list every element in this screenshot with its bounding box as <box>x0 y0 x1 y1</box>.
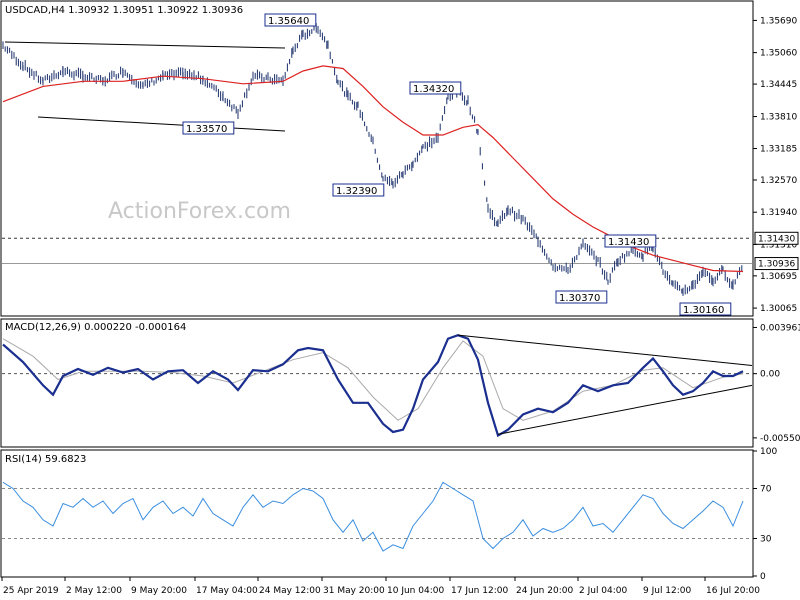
macd-axis-label: 0.00 <box>760 370 780 380</box>
x-axis-label: 9 May 20:00 <box>131 586 187 596</box>
rsi-axis-label: 70 <box>760 485 772 495</box>
rsi-axis-label: 30 <box>760 535 772 545</box>
macd-trendline <box>457 334 753 366</box>
x-axis-label: 24 Jun 20:00 <box>516 586 573 596</box>
macd-line <box>2 334 744 438</box>
x-axis-label: 2 Jul 04:00 <box>579 586 628 596</box>
price-axis-label: 1.30065 <box>760 304 797 314</box>
price-axis-label: 1.34445 <box>760 80 797 90</box>
price-axis-label: 1.31940 <box>760 208 797 218</box>
price-annotation-label: 1.34320 <box>413 84 454 95</box>
price-annotation-label: 1.30370 <box>559 293 600 304</box>
current-price-label: 1.30936 <box>758 260 795 270</box>
x-axis-label: 17 Jun 12:00 <box>451 586 508 596</box>
price-annotation-label: 1.33570 <box>186 124 227 135</box>
x-axis-label: 31 May 20:00 <box>323 586 385 596</box>
price-annotation-label: 1.31430 <box>608 237 649 248</box>
resistance-price-label: 1.31430 <box>758 234 795 244</box>
x-axis-label: 25 Apr 2019 <box>3 586 59 596</box>
usdcad-chart: ActionForex.com USDCAD,H4 1.30932 1.3095… <box>0 0 800 596</box>
price-annotation-label: 1.35640 <box>268 16 309 27</box>
macd-title: MACD(12,26,9) 0.000220 -0.000164 <box>5 322 186 333</box>
channel-upper-line <box>4 41 286 49</box>
x-axis-label: 10 Jun 04:00 <box>387 586 444 596</box>
price-axis-label: 1.30695 <box>760 272 797 282</box>
price-annotation-label: 1.32390 <box>336 186 377 197</box>
rsi-axis-label: 0 <box>760 572 766 582</box>
rsi-axis-label: 100 <box>760 447 777 457</box>
macd-panel-frame <box>0 318 754 448</box>
macd-axis-label: 0.003961 <box>760 323 800 333</box>
watermark: ActionForex.com <box>108 199 291 224</box>
price-axis-label: 1.32570 <box>760 176 797 186</box>
x-axis-label: 17 May 04:00 <box>196 586 258 596</box>
macd-axis-label: -0.005503 <box>760 434 800 444</box>
price-annotation-label: 1.30160 <box>683 305 724 316</box>
price-axis-label: 1.35060 <box>760 49 797 59</box>
x-axis-label: 24 May 12:00 <box>259 586 321 596</box>
price-title: USDCAD,H4 1.30932 1.30951 1.30922 1.3093… <box>5 5 243 16</box>
x-axis-label: 2 May 12:00 <box>66 586 122 596</box>
rsi-panel-frame <box>0 449 754 578</box>
price-axis-label: 1.33185 <box>760 145 797 155</box>
rsi-title: RSI(14) 59.6823 <box>5 454 86 465</box>
price-axis-label: 1.35690 <box>760 16 797 26</box>
x-axis-label: 16 Jul 20:00 <box>706 586 760 596</box>
price-axis-label: 1.33810 <box>760 113 797 123</box>
rsi-line <box>2 481 744 552</box>
x-axis-label: 9 Jul 12:00 <box>643 586 692 596</box>
channel-lower-line <box>37 116 286 132</box>
